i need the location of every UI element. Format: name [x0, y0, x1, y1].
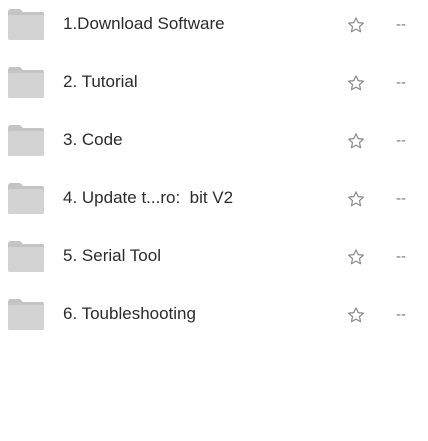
folder-icon — [6, 66, 45, 99]
item-size: -- — [396, 306, 406, 323]
folder-icon — [6, 124, 45, 157]
list-item[interactable]: 6. Toubleshooting -- — [0, 290, 428, 348]
item-size: -- — [396, 74, 406, 91]
list-item[interactable]: 5. Serial Tool -- — [0, 232, 428, 290]
folder-icon — [6, 8, 45, 41]
folder-icon — [6, 298, 45, 331]
item-name: 6. Toubleshooting — [63, 304, 196, 323]
folder-list: 1.Download Software -- 2. Tutorial -- 3.… — [0, 0, 428, 441]
star-icon[interactable] — [347, 74, 365, 92]
folder-icon — [6, 240, 45, 273]
item-name: 1.Download Software — [63, 14, 225, 33]
star-icon[interactable] — [347, 306, 365, 324]
list-item[interactable]: 2. Tutorial -- — [0, 58, 428, 116]
star-icon[interactable] — [347, 248, 365, 266]
star-icon[interactable] — [347, 132, 365, 150]
item-name: 5. Serial Tool — [63, 246, 161, 265]
item-size: -- — [396, 190, 406, 207]
item-size: -- — [396, 16, 406, 33]
item-size: -- — [396, 248, 406, 265]
item-size: -- — [396, 132, 406, 149]
list-item[interactable]: 1.Download Software -- — [0, 0, 428, 58]
star-icon[interactable] — [347, 16, 365, 34]
item-name: 4. Update t...ro: bit V2 — [63, 188, 234, 207]
item-name: 2. Tutorial — [63, 72, 138, 91]
item-name: 3. Code — [63, 130, 123, 149]
star-icon[interactable] — [347, 190, 365, 208]
folder-icon — [6, 182, 45, 215]
list-item[interactable]: 4. Update t...ro: bit V2 -- — [0, 174, 428, 232]
list-item[interactable]: 3. Code -- — [0, 116, 428, 174]
